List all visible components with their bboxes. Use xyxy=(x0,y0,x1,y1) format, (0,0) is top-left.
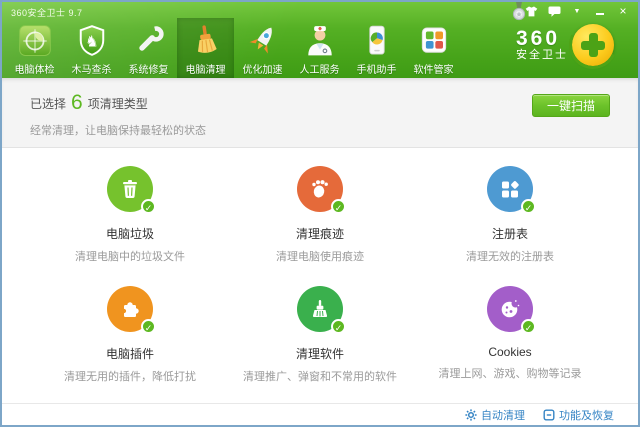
tab-label: 软件管家 xyxy=(413,65,454,76)
gear-icon xyxy=(465,408,477,421)
system-repair-icon xyxy=(129,22,169,60)
window-controls: ▼ × xyxy=(524,5,630,17)
selected-prefix: 已选择 xyxy=(30,97,67,111)
cleanup-item-traces[interactable]: ✓ 清理痕迹 清理电脑使用痕迹 xyxy=(225,166,415,264)
cleanup-subtitle: 经常清理，让电脑保持最轻松的状态 xyxy=(30,125,206,137)
cleanup-item-trash[interactable]: ✓ 电脑垃圾 清理电脑中的垃圾文件 xyxy=(35,166,225,264)
item-title: 清理痕迹 xyxy=(295,227,344,241)
tab-speedup[interactable]: 优化加速 xyxy=(234,18,291,78)
tab-manual-service[interactable]: 人工服务 xyxy=(291,18,348,78)
tab-label: 手机助手 xyxy=(356,65,397,76)
cleanup-icon xyxy=(186,22,226,60)
selected-types-line: 已选择 6 项清理类型 xyxy=(30,91,148,114)
manual-service-icon xyxy=(300,22,340,60)
tab-computer-cleanup[interactable]: 电脑清理 xyxy=(177,18,234,78)
360-plus-ball-icon xyxy=(572,24,614,66)
speedup-icon xyxy=(243,22,283,60)
selected-suffix: 项清理类型 xyxy=(87,97,148,111)
svg-text:♞: ♞ xyxy=(85,33,99,50)
skin-change-icon[interactable] xyxy=(524,5,538,17)
tab-system-repair[interactable]: 系统修复 xyxy=(120,18,177,78)
minimize-button[interactable] xyxy=(593,5,607,17)
cleanup-header: 已选择 6 项清理类型 经常清理，让电脑保持最轻松的状态 一键扫描 xyxy=(2,78,638,148)
item-title: 电脑插件 xyxy=(105,347,154,361)
tab-label: 电脑体检 xyxy=(14,65,55,76)
auto-clean-label: 自动清理 xyxy=(481,409,525,422)
item-title: 注册表 xyxy=(491,227,528,241)
item-desc: 清理推广、弹窗和不常用的软件 xyxy=(243,371,397,383)
item-desc: 清理电脑使用痕迹 xyxy=(276,251,364,263)
item-desc: 清理无用的插件，降低打扰 xyxy=(64,371,196,383)
tab-computer-checkup[interactable]: 电脑体检 xyxy=(6,18,63,78)
tab-label: 电脑清理 xyxy=(185,65,226,76)
trojan-scan-icon: ♞ xyxy=(72,22,112,60)
item-title: 电脑垃圾 xyxy=(105,227,154,241)
checked-badge-icon: ✓ xyxy=(521,319,536,334)
tab-trojan-scan[interactable]: ♞ 木马查杀 xyxy=(63,18,120,78)
checked-badge-icon: ✓ xyxy=(331,199,346,214)
360-logo-text: 360 安全卫士 xyxy=(516,27,568,61)
cleanup-item-software[interactable]: ✓ 清理软件 清理推广、弹窗和不常用的软件 xyxy=(225,286,415,384)
tab-label: 人工服务 xyxy=(299,65,340,76)
one-click-scan-button[interactable]: 一键扫描 xyxy=(532,94,610,117)
footer-bar: 自动清理 功能及恢复 xyxy=(2,403,638,425)
tab-software-manager[interactable]: 软件管家 xyxy=(405,18,462,78)
selected-count: 6 xyxy=(71,91,83,114)
top-bar: 360安全卫士 9.7 ▼ × 电脑体检 ♞ 木马查杀 系统修复 电脑清理 优化… xyxy=(2,2,638,78)
software-manager-icon xyxy=(414,22,454,60)
cleanup-item-plugins[interactable]: ✓ 电脑插件 清理无用的插件，降低打扰 xyxy=(35,286,225,384)
feedback-icon[interactable] xyxy=(547,5,561,17)
main-menu-icon[interactable]: ▼ xyxy=(570,5,584,17)
360-logo: 360 安全卫士 xyxy=(516,24,614,66)
item-title: Cookies xyxy=(488,345,532,359)
cleanup-grid: ✓ 电脑垃圾 清理电脑中的垃圾文件 ✓ 清理痕迹 清理电脑使用痕迹 ✓ 注册表 … xyxy=(2,148,638,403)
restore-link[interactable]: 功能及恢复 xyxy=(543,407,614,423)
checkup-icon xyxy=(15,22,55,60)
phone-assistant-icon xyxy=(357,22,397,60)
checked-badge-icon: ✓ xyxy=(141,199,156,214)
tab-label: 木马查杀 xyxy=(71,65,112,76)
item-title: 清理软件 xyxy=(295,347,344,361)
tab-label: 系统修复 xyxy=(128,65,169,76)
cleanup-item-registry[interactable]: ✓ 注册表 清理无效的注册表 xyxy=(415,166,605,264)
item-desc: 清理电脑中的垃圾文件 xyxy=(75,251,185,263)
cleanup-item-cookies[interactable]: ✓ Cookies 清理上网、游戏、购物等记录 xyxy=(415,286,605,384)
tab-phone-assistant[interactable]: 手机助手 xyxy=(348,18,405,78)
checked-badge-icon: ✓ xyxy=(331,319,346,334)
main-nav-tabs: 电脑体检 ♞ 木马查杀 系统修复 电脑清理 优化加速 人工服务 手机助手 软件管… xyxy=(6,18,462,78)
checked-badge-icon: ✓ xyxy=(141,319,156,334)
item-desc: 清理无效的注册表 xyxy=(466,251,554,263)
app-window: 360安全卫士 9.7 ▼ × 电脑体检 ♞ 木马查杀 系统修复 电脑清理 优化… xyxy=(0,0,640,427)
restore-box-icon xyxy=(543,409,555,421)
close-button[interactable]: × xyxy=(616,5,630,17)
item-desc: 清理上网、游戏、购物等记录 xyxy=(438,368,582,380)
tab-label: 优化加速 xyxy=(242,65,283,76)
restore-label: 功能及恢复 xyxy=(559,409,614,422)
checked-badge-icon: ✓ xyxy=(521,199,536,214)
auto-clean-link[interactable]: 自动清理 xyxy=(465,407,525,423)
